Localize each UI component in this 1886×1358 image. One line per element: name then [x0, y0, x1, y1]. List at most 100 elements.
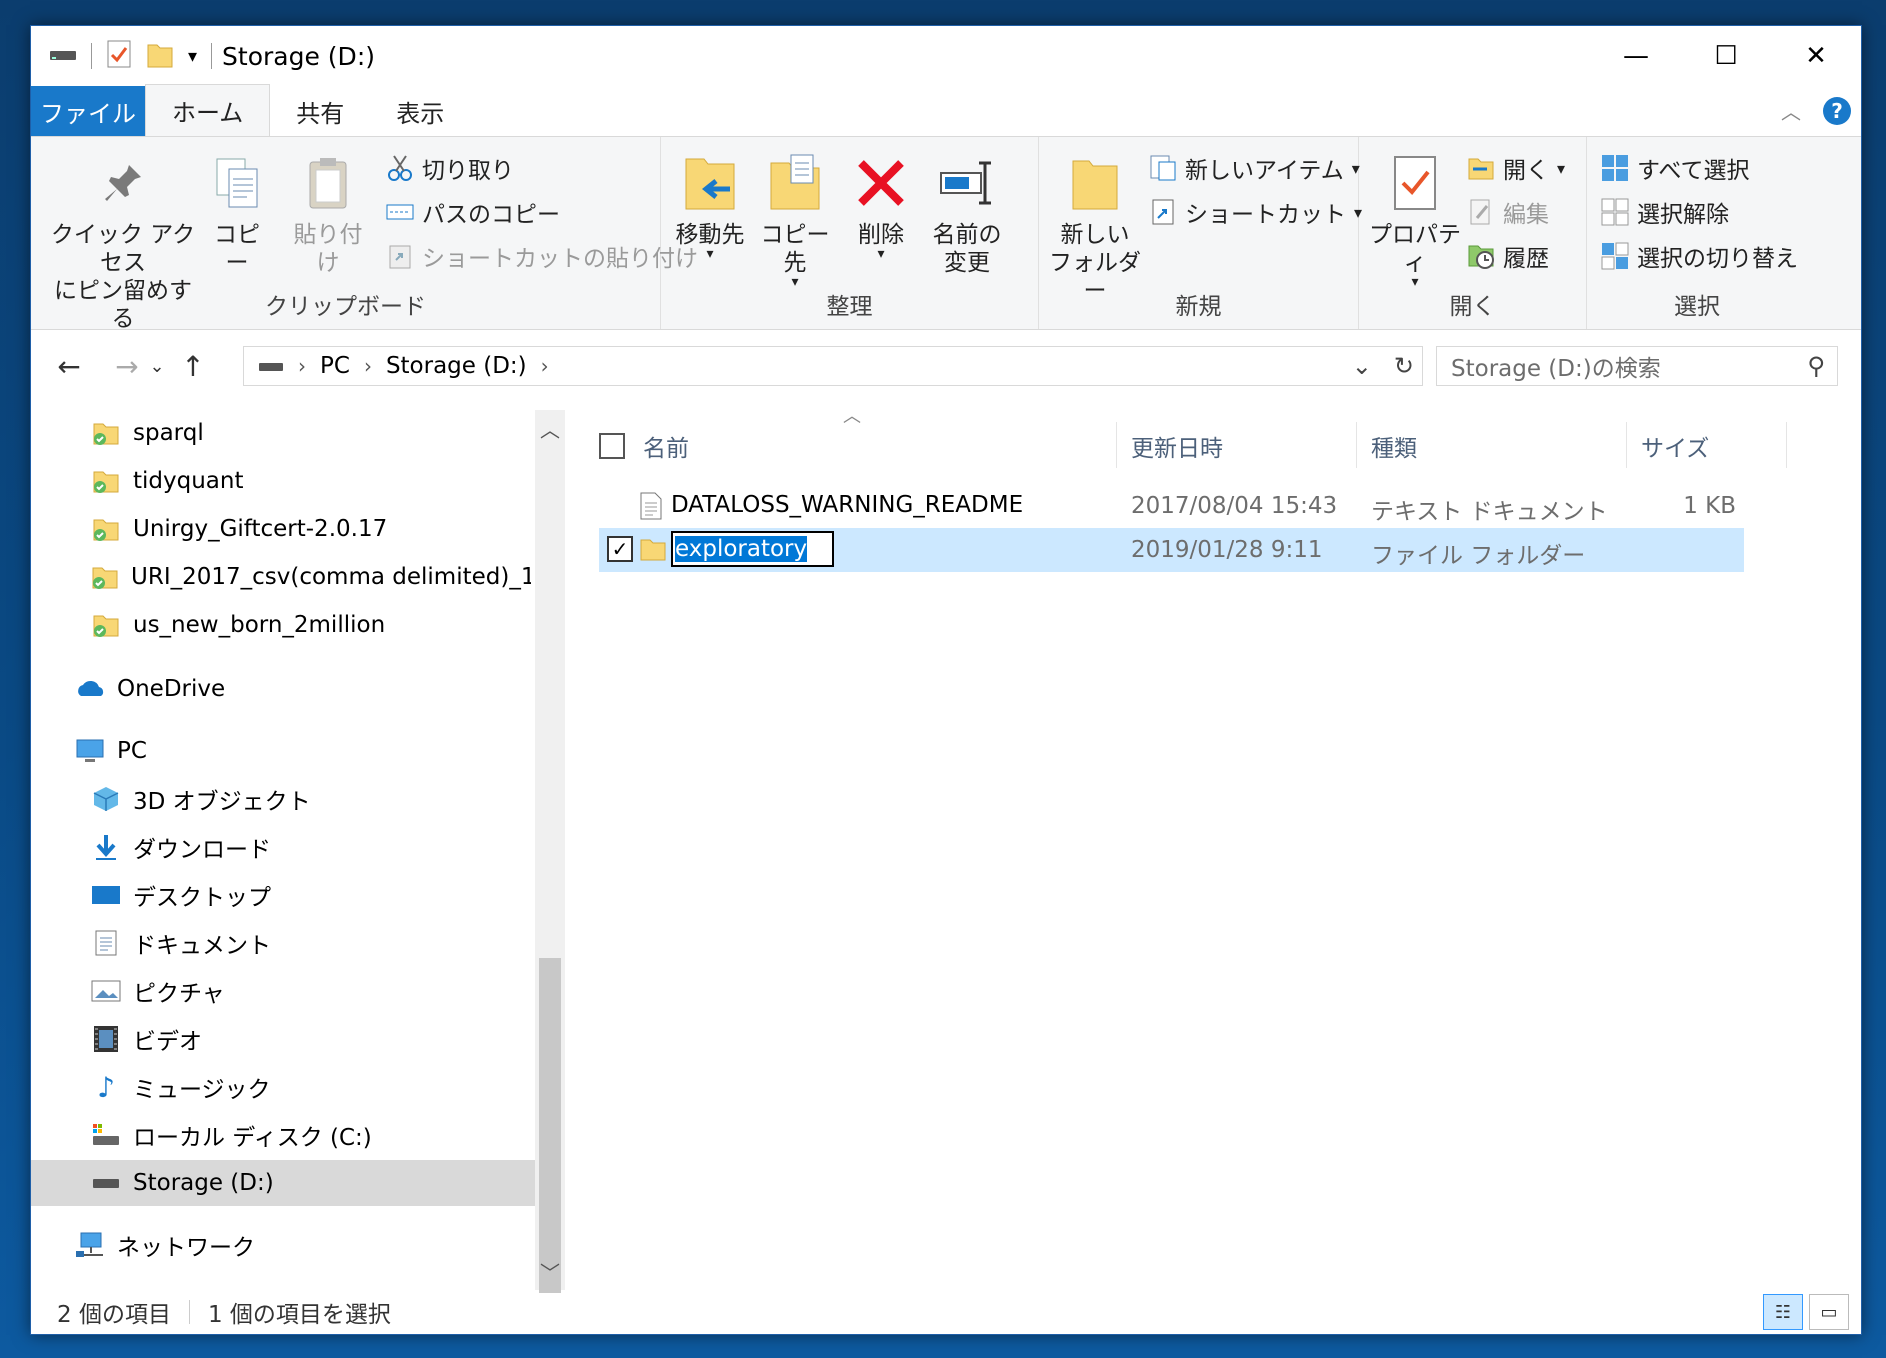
column-separator[interactable] — [1626, 422, 1627, 468]
nav-item-pictures[interactable]: ピクチャ — [31, 968, 531, 1014]
rename-button[interactable]: 名前の 変更 — [927, 151, 1007, 277]
help-icon[interactable]: ? — [1823, 96, 1851, 125]
breadcrumb-chevron-icon[interactable]: › — [364, 354, 372, 378]
header-checkbox[interactable] — [599, 433, 625, 459]
column-separator[interactable] — [1786, 422, 1787, 468]
paste-shortcut-button[interactable]: ショートカットの貼り付け — [386, 239, 698, 273]
nav-item-3d-objects[interactable]: 3D オブジェクト — [31, 776, 531, 822]
select-all-checkbox-header[interactable] — [599, 424, 625, 468]
close-button[interactable]: ✕ — [1771, 26, 1861, 86]
nav-item-downloads[interactable]: ダウンロード — [31, 824, 531, 870]
copy-path-button[interactable]: パスのコピー — [386, 195, 560, 229]
history-button[interactable]: 履歴 — [1467, 239, 1549, 273]
move-to-icon — [682, 151, 738, 215]
rename-input[interactable]: exploratory — [671, 531, 834, 567]
properties-icon[interactable] — [106, 39, 132, 73]
search-box[interactable]: Storage (D:)の検索 ⚲ — [1436, 346, 1838, 386]
navigation-bar: ← → ⌄ ↑ › PC › Storage (D:) › ⌄ ↻ Storag… — [31, 330, 1861, 402]
delete-icon — [853, 151, 909, 215]
address-dropdown-icon[interactable]: ⌄ — [1352, 352, 1372, 380]
new-folder-button[interactable]: 新しい フォルダー — [1047, 151, 1143, 305]
rename-field[interactable]: exploratory — [671, 531, 834, 567]
column-header-type[interactable]: 種類 — [1371, 424, 1417, 468]
column-header-modified[interactable]: 更新日時 — [1131, 424, 1223, 468]
file-list-pane: ︿ 名前 更新日時 種類 サイズ DATALOSS_WARNING_README… — [571, 406, 1861, 1290]
nav-item-uri-2017[interactable]: URI_2017_csv(comma delimited)_1000 — [31, 554, 531, 600]
tab-file[interactable]: ファイル — [31, 86, 145, 136]
nav-item-sparql[interactable]: sparql — [31, 410, 531, 456]
edit-button[interactable]: 編集 — [1467, 195, 1549, 229]
select-none-icon — [1601, 198, 1629, 226]
details-view-icon[interactable]: ☷ — [1763, 1294, 1803, 1330]
qat-dropdown-icon[interactable]: ▾ — [188, 46, 197, 67]
column-separator[interactable] — [1356, 422, 1357, 468]
new-item-icon — [1149, 154, 1177, 182]
breadcrumb-storage[interactable]: Storage (D:) — [386, 353, 527, 379]
nav-item-local-disk-c[interactable]: ローカル ディスク (C:) — [31, 1112, 531, 1158]
window-controls: — ☐ ✕ — [1591, 26, 1861, 86]
copy-to-button[interactable]: コピー先 ▾ — [755, 151, 835, 289]
nav-pane-scrollbar[interactable]: ︿ ﹀ — [535, 410, 565, 1293]
row-checkbox[interactable]: ✓ — [607, 536, 633, 562]
up-arrow-icon[interactable]: ↑ — [173, 350, 213, 383]
select-none-button[interactable]: 選択解除 — [1601, 195, 1729, 229]
breadcrumb-chevron-icon[interactable]: › — [298, 354, 306, 378]
nav-item-tidyquant[interactable]: tidyquant — [31, 458, 531, 504]
forward-arrow-icon[interactable]: → — [107, 350, 147, 383]
select-all-button[interactable]: すべて選択 — [1601, 151, 1749, 185]
cut-button[interactable]: 切り取り — [386, 151, 514, 185]
column-header-size[interactable]: サイズ — [1641, 424, 1709, 468]
minimize-button[interactable]: — — [1591, 26, 1681, 86]
tab-view[interactable]: 表示 — [370, 86, 470, 136]
invert-selection-button[interactable]: 選択の切り替え — [1601, 239, 1798, 273]
large-icons-view-icon[interactable]: ▭ — [1809, 1294, 1849, 1330]
drive-icon[interactable] — [49, 47, 77, 66]
nav-item-documents[interactable]: ドキュメント — [31, 920, 531, 966]
scroll-up-icon[interactable]: ︿ — [535, 414, 565, 443]
address-end-controls: ⌄ ↻ — [1352, 352, 1414, 380]
delete-button[interactable]: 削除 ▾ — [853, 151, 909, 261]
maximize-button[interactable]: ☐ — [1681, 26, 1771, 86]
search-icon: ⚲ — [1807, 352, 1825, 380]
ribbon: クイック アクセス にピン留めする コピー 貼り付け 切り取り パスのコピー シ… — [31, 136, 1861, 332]
folder-sync-icon — [91, 466, 121, 496]
nav-item-music[interactable]: ♪ ミュージック — [31, 1064, 531, 1110]
column-separator[interactable] — [1116, 422, 1117, 468]
new-item-button[interactable]: 新しいアイテム ▾ — [1149, 151, 1360, 185]
recent-locations-chevron-icon[interactable]: ⌄ — [147, 356, 167, 377]
breadcrumb-pc[interactable]: PC — [320, 353, 350, 379]
nav-item-unirgy[interactable]: Unirgy_Giftcert-2.0.17 — [31, 506, 531, 552]
tab-home[interactable]: ホーム — [145, 84, 271, 136]
file-modified: 2019/01/28 9:11 — [1131, 537, 1323, 563]
copy-path-icon — [386, 198, 414, 226]
move-to-button[interactable]: 移動先 ▾ — [673, 151, 747, 261]
nav-item-desktop[interactable]: デスクトップ — [31, 872, 531, 918]
tab-share[interactable]: 共有 — [270, 86, 370, 136]
new-folder-icon[interactable] — [146, 39, 174, 73]
scroll-thumb[interactable] — [539, 958, 561, 1293]
copy-button[interactable]: コピー — [209, 151, 265, 277]
shortcut-button[interactable]: ショートカット ▾ — [1149, 195, 1362, 229]
nav-item-onedrive[interactable]: OneDrive — [31, 666, 531, 712]
address-bar[interactable]: › PC › Storage (D:) › ⌄ ↻ — [243, 346, 1423, 386]
nav-item-storage-d[interactable]: Storage (D:) — [31, 1160, 535, 1206]
file-size: 1 KB — [1683, 493, 1736, 519]
collapse-ribbon-icon[interactable]: ︿ — [1781, 96, 1801, 125]
scroll-down-icon[interactable]: ﹀ — [535, 1257, 565, 1286]
nav-item-network[interactable]: ネットワーク — [31, 1222, 531, 1268]
file-row-selected[interactable]: ✓ exploratory 2019/01/28 9:11 ファイル フォルダー — [599, 528, 1744, 572]
breadcrumb-chevron-icon[interactable]: › — [541, 354, 549, 378]
file-row[interactable]: DATALOSS_WARNING_README 2017/08/04 15:43… — [599, 484, 1744, 528]
open-group: プロパティ ▾ 開く ▾ 編集 履歴 開く — [1359, 137, 1587, 329]
properties-button[interactable]: プロパティ ▾ — [1365, 151, 1465, 289]
local-disk-icon — [91, 1120, 121, 1150]
paste-button[interactable]: 貼り付け — [283, 151, 373, 277]
nav-item-videos[interactable]: ビデオ — [31, 1016, 531, 1062]
nav-item-pc[interactable]: PC — [31, 728, 531, 774]
checkmark-icon: ✓ — [607, 536, 633, 562]
nav-item-us-new-born[interactable]: us_new_born_2million — [31, 602, 531, 648]
refresh-icon[interactable]: ↻ — [1394, 352, 1414, 380]
open-button[interactable]: 開く ▾ — [1467, 151, 1565, 185]
back-arrow-icon[interactable]: ← — [49, 350, 89, 383]
column-header-name[interactable]: 名前 — [643, 424, 689, 468]
